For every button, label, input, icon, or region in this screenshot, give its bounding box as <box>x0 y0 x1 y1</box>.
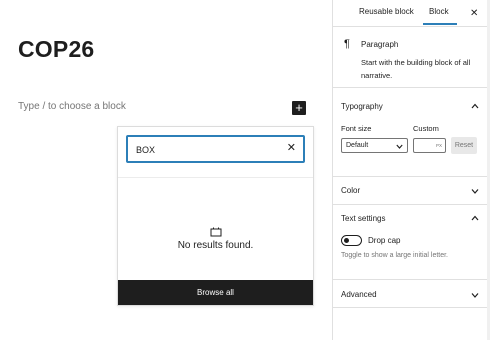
results-area <box>118 179 313 207</box>
tab-block[interactable]: Block <box>429 7 449 16</box>
text-settings-panel: Text settings Drop cap Toggle to show a … <box>333 205 490 280</box>
sidebar-tabs: Reusable block Block ✕ <box>333 0 490 27</box>
add-block-button[interactable]: + <box>292 101 306 115</box>
block-placeholder[interactable]: Type / to choose a block <box>18 101 126 112</box>
custom-size-label: Custom <box>413 124 439 133</box>
settings-sidebar: Reusable block Block ✕ ¶ Paragraph Start… <box>332 0 490 340</box>
typography-panel: Typography Font size Custom Default PX R… <box>333 88 490 177</box>
drop-cap-toggle[interactable] <box>341 235 362 246</box>
font-size-label: Font size <box>341 124 372 133</box>
advanced-panel[interactable]: Advanced <box>333 280 490 308</box>
block-card: ¶ Paragraph Start with the building bloc… <box>333 28 490 88</box>
active-tab-indicator <box>423 23 457 25</box>
block-search-box[interactable]: ✕ <box>126 135 305 163</box>
block-card-description: Start with the building block of all nar… <box>361 58 471 80</box>
typography-panel-title[interactable]: Typography <box>341 102 383 111</box>
reset-button[interactable]: Reset <box>451 137 477 154</box>
toggle-knob <box>344 238 349 243</box>
tab-reusable-block[interactable]: Reusable block <box>359 7 414 16</box>
font-size-select-value: Default <box>346 142 369 149</box>
chevron-down-icon[interactable] <box>471 188 479 194</box>
close-sidebar-icon[interactable]: ✕ <box>470 8 478 19</box>
drop-cap-label: Drop cap <box>368 236 401 245</box>
block-search-input[interactable] <box>136 143 276 157</box>
block-default-icon <box>210 227 221 237</box>
chevron-down-icon[interactable] <box>471 292 479 298</box>
drop-cap-help: Toggle to show a large initial letter. <box>341 252 449 259</box>
post-title[interactable]: COP26 <box>18 36 94 63</box>
custom-size-input[interactable]: PX <box>413 138 446 153</box>
chevron-up-icon[interactable] <box>471 215 479 221</box>
chevron-up-icon[interactable] <box>471 103 479 109</box>
clear-search-icon[interactable]: ✕ <box>287 141 296 154</box>
block-inserter-popover: ✕ No results found. Browse all <box>117 126 314 306</box>
color-panel-title[interactable]: Color <box>341 186 360 195</box>
browse-all-button[interactable]: Browse all <box>118 280 313 305</box>
chevron-down-icon <box>396 144 403 149</box>
custom-size-unit: PX <box>435 143 442 148</box>
advanced-panel-title[interactable]: Advanced <box>341 290 377 299</box>
no-results-message: No results found. <box>118 227 313 251</box>
text-settings-panel-title[interactable]: Text settings <box>341 214 385 223</box>
editor-canvas: COP26 Type / to choose a block + ✕ No re… <box>0 0 332 340</box>
block-card-title: Paragraph <box>361 40 399 49</box>
divider <box>118 177 313 178</box>
paragraph-icon: ¶ <box>344 38 350 50</box>
font-size-select[interactable]: Default <box>341 138 408 153</box>
no-results-text: No results found. <box>177 240 254 251</box>
color-panel[interactable]: Color <box>333 177 490 205</box>
